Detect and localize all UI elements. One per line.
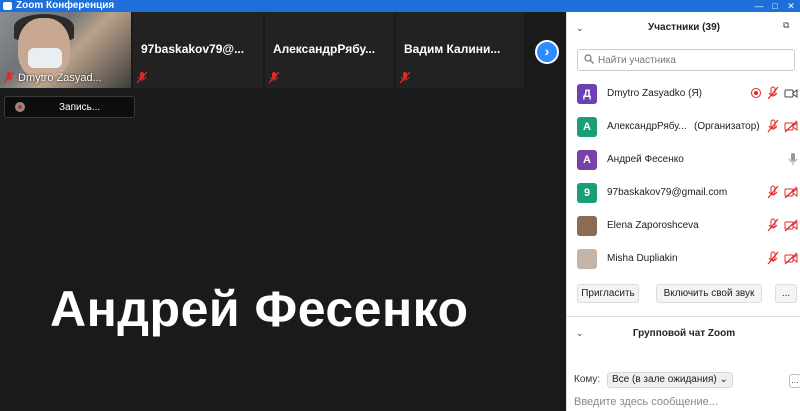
mic-muted-icon: [767, 218, 779, 232]
participant-name: Misha Dupliakin: [607, 253, 678, 264]
invite-button[interactable]: Пригласить: [577, 284, 639, 303]
thumbnail-tile[interactable]: АлександрРябу...: [265, 12, 394, 88]
participant-name: Elena Zaporoshceva: [607, 220, 699, 231]
popout-icon[interactable]: ⧉: [783, 20, 789, 31]
thumbnail-name: 97baskakov79@...: [141, 42, 245, 56]
thumbnail-name: АлександрРябу...: [273, 42, 376, 56]
participant-name: Dmytro Zasyadko (Я): [607, 88, 703, 99]
video-on-icon: [784, 89, 798, 98]
mic-muted-icon: [400, 72, 410, 84]
mic-muted-icon: [269, 72, 279, 84]
participant-list: Д Dmytro Zasyadko (Я) А АлександрРябу... (Ор…: [567, 80, 800, 278]
mic-icon: [788, 153, 798, 165]
thumbnail-tile[interactable]: Вадим Калини...: [396, 12, 524, 88]
close-button[interactable]: ✕: [784, 0, 798, 12]
thumbnail-tile[interactable]: Dmytro Zasyad...: [0, 12, 131, 88]
more-options-button[interactable]: ...: [775, 284, 797, 303]
mic-muted-icon: [767, 119, 779, 133]
thumbnail-name: Dmytro Zasyad...: [18, 72, 102, 84]
participant-row[interactable]: 9 97baskakov79@gmail.com: [567, 179, 800, 212]
video-area: Dmytro Zasyad... 97baskakov79@... Алекса…: [0, 12, 566, 411]
participant-avatar: Д: [577, 84, 597, 104]
participant-name: 97baskakov79@gmail.com: [607, 187, 728, 198]
unmute-button[interactable]: Включить свой звук: [656, 284, 762, 303]
zoom-app-icon: [3, 2, 12, 10]
participant-search-input[interactable]: Найти участника: [577, 49, 795, 71]
participant-avatar: А: [577, 117, 597, 137]
participant-avatar: [577, 216, 597, 236]
video-off-icon: [784, 219, 798, 232]
window-title: Zoom Конференция: [16, 0, 115, 11]
mic-muted-icon: [4, 72, 14, 84]
mic-muted-icon: [767, 185, 779, 199]
participant-avatar: [577, 249, 597, 269]
window-titlebar: Zoom Конференция — □ ✕: [0, 0, 800, 12]
thumbnail-name: Вадим Калини...: [404, 42, 501, 56]
recording-status-icon: [751, 88, 761, 98]
participant-avatar: А: [577, 150, 597, 170]
active-speaker-name: Андрей Фесенко: [50, 281, 469, 337]
participant-name: Андрей Фесенко: [607, 154, 684, 165]
next-page-button[interactable]: ›: [535, 40, 559, 64]
chat-message-input[interactable]: Введите здесь сообщение...: [574, 396, 718, 408]
panel-divider: [567, 316, 800, 317]
chevron-right-icon: ›: [544, 43, 550, 59]
maximize-button[interactable]: □: [768, 0, 782, 12]
side-panel: ⌄ Участники (39) ⧉ Найти участника Д Dmyt…: [566, 12, 800, 411]
participants-title: Участники (39): [648, 22, 720, 33]
participant-row[interactable]: Misha Dupliakin: [567, 245, 800, 278]
video-off-icon: [784, 120, 798, 133]
thumbnail-strip: Dmytro Zasyad... 97baskakov79@... Алекса…: [0, 12, 566, 88]
video-off-icon: [784, 186, 798, 199]
search-icon: [584, 54, 594, 64]
thumbnail-tile[interactable]: 97baskakov79@...: [133, 12, 263, 88]
recording-label: Запись...: [59, 102, 101, 113]
record-icon: [15, 102, 25, 112]
video-face-mask: [28, 48, 62, 68]
search-placeholder: Найти участника: [598, 55, 676, 66]
participant-row[interactable]: А Андрей Фесенко: [567, 146, 800, 179]
mic-muted-icon: [767, 86, 779, 100]
participant-row[interactable]: А АлександрРябу... (Организатор): [567, 113, 800, 146]
minimize-button[interactable]: —: [752, 0, 766, 12]
chat-title: Групповой чат Zoom: [632, 328, 736, 339]
video-off-icon: [784, 252, 798, 265]
mic-muted-icon: [767, 251, 779, 265]
chat-recipient-select[interactable]: Все (в зале ожидания) ⌄: [607, 372, 733, 388]
participant-actions: Пригласить Включить свой звук ...: [567, 284, 800, 306]
participant-row[interactable]: Elena Zaporoshceva: [567, 212, 800, 245]
participant-role: (Организатор): [694, 121, 760, 132]
participant-avatar: 9: [577, 183, 597, 203]
chat-more-button[interactable]: ...: [789, 374, 800, 388]
recording-indicator[interactable]: Запись...: [4, 96, 135, 118]
participant-name: АлександрРябу...: [607, 121, 687, 132]
participant-row[interactable]: Д Dmytro Zasyadko (Я): [567, 80, 800, 113]
chat-to-label: Кому:: [574, 374, 601, 385]
mic-muted-icon: [137, 72, 147, 84]
